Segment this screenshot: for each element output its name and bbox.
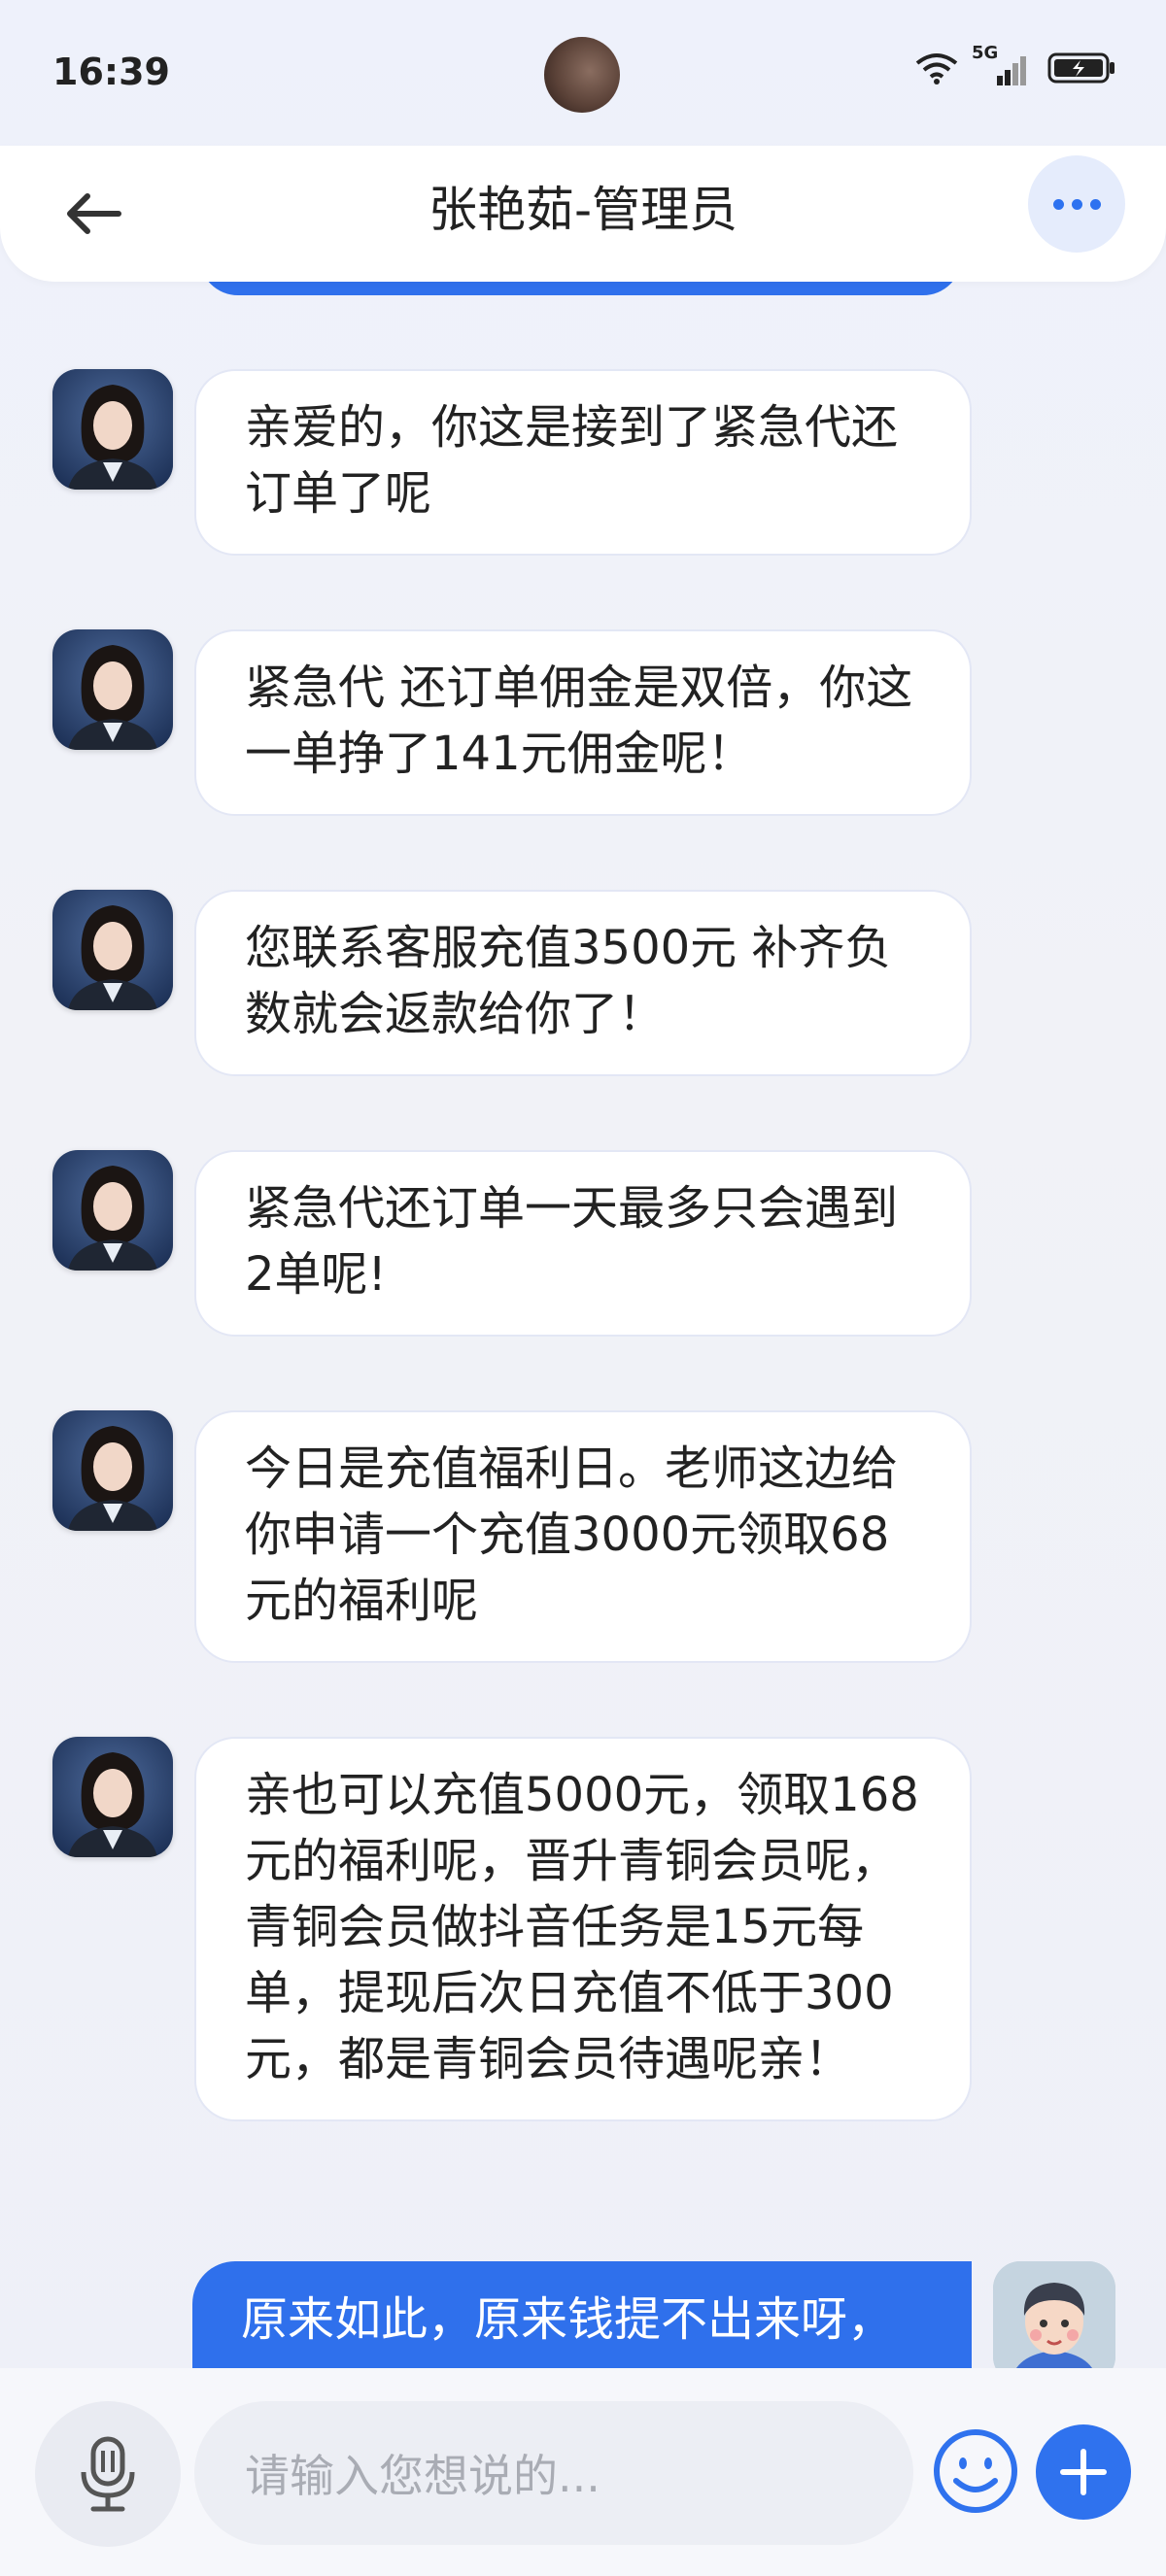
smiley-icon — [934, 2429, 1017, 2513]
input-bar: 请输入您想说的... — [0, 2368, 1166, 2576]
message-bubble: 您联系客服充值3500元 补齐负数就会返款给你了！ — [194, 890, 972, 1076]
camera-cutout — [544, 37, 620, 113]
status-time: 16:39 — [52, 51, 170, 93]
signal-icon: 5G — [972, 43, 1034, 87]
message-bubble: 亲也可以充值5000元，领取168元的福利呢，晋升青铜会员呢，青铜会员做抖音任务… — [194, 1737, 972, 2121]
avatar[interactable] — [52, 1737, 173, 1857]
more-dot — [1089, 198, 1101, 210]
avatar[interactable] — [52, 1150, 173, 1271]
avatar[interactable] — [52, 890, 173, 1010]
status-icons: 5G — [915, 43, 1117, 87]
more-dot — [1071, 198, 1082, 210]
avatar[interactable] — [52, 369, 173, 490]
message-bubble: 亲爱的，你这是接到了紧急代还订单了呢 — [194, 369, 972, 556]
message-bubble: 今日是充值福利日。老师这边给你申请一个充值3000元领取68元的福利呢 — [194, 1410, 972, 1663]
voice-input-button[interactable] — [35, 2401, 181, 2547]
microphone-icon — [81, 2436, 135, 2512]
add-attachment-button[interactable] — [1036, 2424, 1131, 2520]
chat-title: 张艳茹-管理员 — [428, 182, 738, 238]
message-bubble: 紧急代还订单一天最多只会遇到2单呢! — [194, 1150, 972, 1337]
plus-icon — [1060, 2449, 1107, 2495]
message-input-placeholder: 请输入您想说的... — [245, 2450, 600, 2502]
more-dot — [1052, 198, 1064, 210]
battery-icon — [1047, 52, 1115, 84]
message-bubble: 紧急代 还订单佣金是双倍，你这一单挣了141元佣金呢！ — [194, 629, 972, 816]
message-input[interactable]: 请输入您想说的... — [194, 2401, 913, 2545]
emoji-button[interactable] — [931, 2426, 1020, 2516]
self-avatar[interactable] — [993, 2261, 1115, 2384]
more-options-button[interactable] — [1028, 155, 1125, 253]
status-bar: 16:39 5G — [0, 0, 1166, 146]
avatar[interactable] — [52, 1410, 173, 1531]
avatar[interactable] — [52, 629, 173, 750]
wifi-icon — [915, 53, 958, 85]
chat-header: 张艳茹-管理员 — [0, 146, 1166, 282]
